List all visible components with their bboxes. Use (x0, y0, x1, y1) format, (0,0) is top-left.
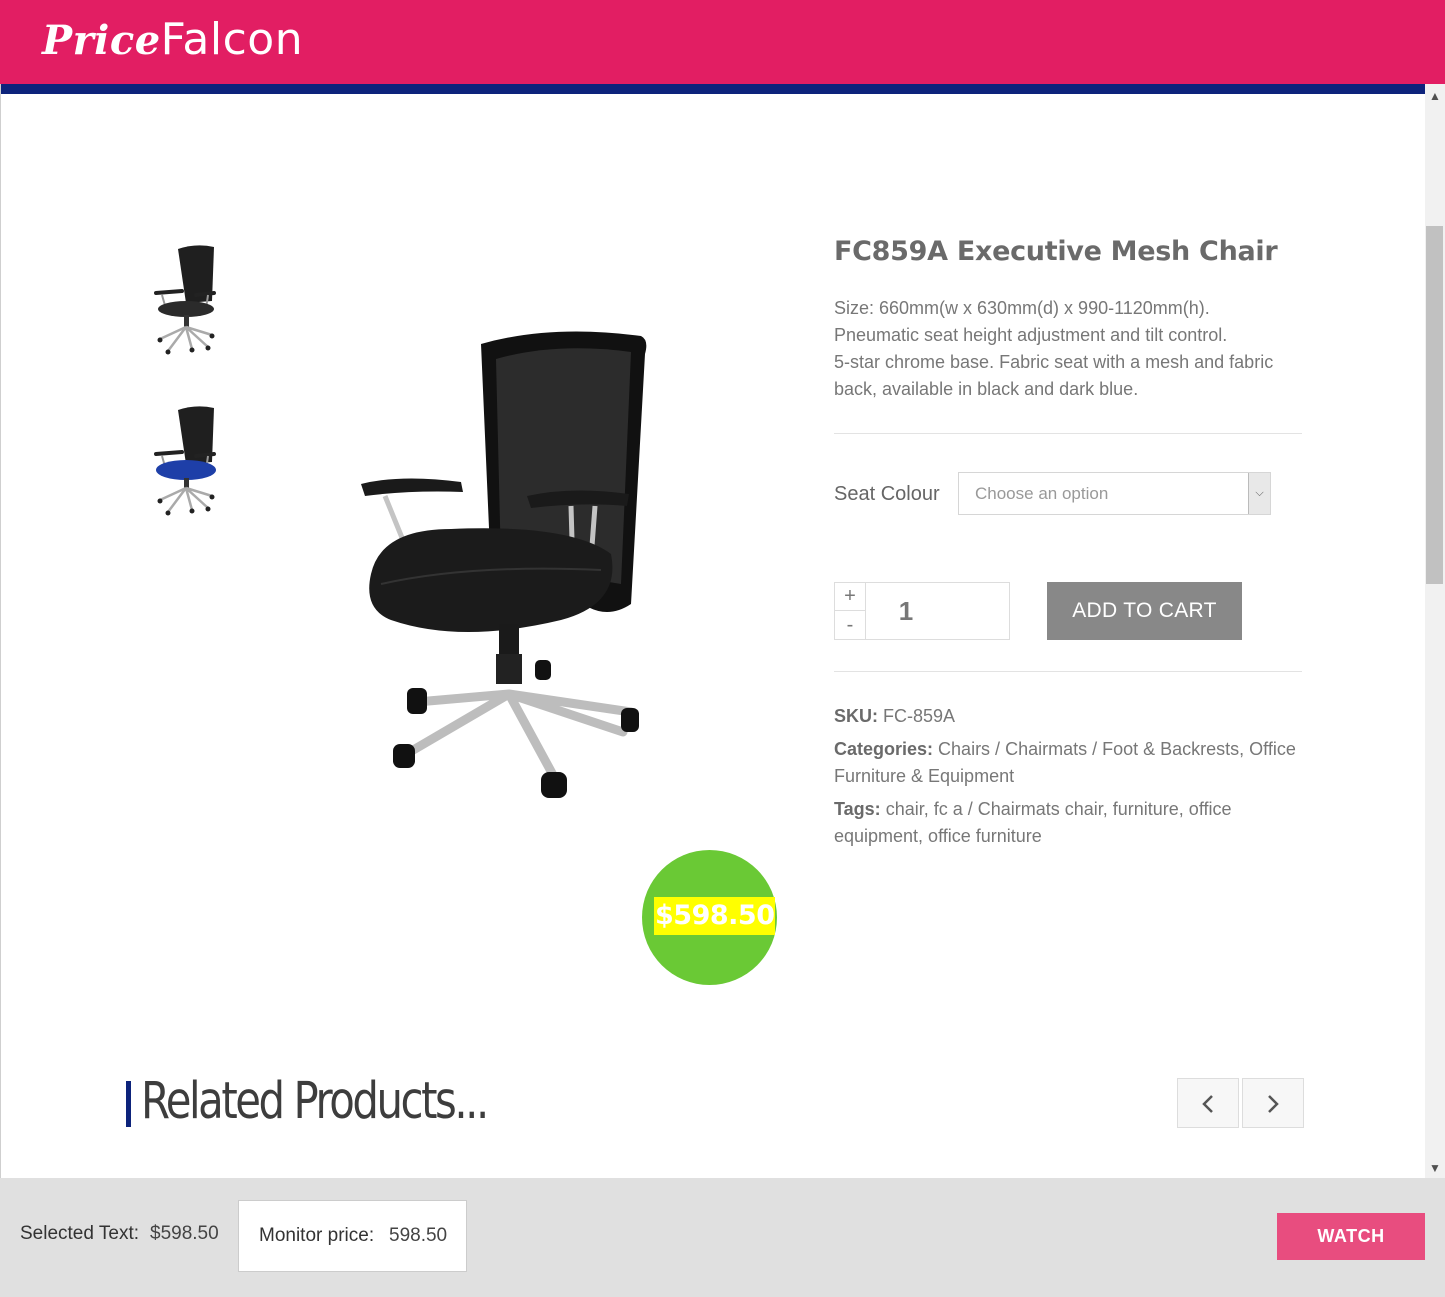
selected-text-value: $598.50 (150, 1223, 219, 1244)
executive-chair-image (361, 331, 647, 798)
product-sku: SKU: FC-859A (834, 703, 1304, 730)
monitor-price-value[interactable]: 598.50 (389, 1225, 447, 1247)
scroll-up-arrow-icon[interactable]: ▲ (1425, 86, 1445, 106)
product-title: FC859A Executive Mesh Chair (834, 236, 1278, 267)
watch-button[interactable]: WATCH (1277, 1213, 1425, 1260)
related-prev-button[interactable] (1177, 1078, 1239, 1128)
quantity-plus-button[interactable]: + (835, 583, 866, 611)
related-next-button[interactable] (1242, 1078, 1304, 1128)
related-products-heading: Related Products... (141, 1072, 489, 1131)
seat-colour-label: Seat Colour (834, 483, 940, 505)
product-page-frame: $598.50 FC859A Executive Mesh Chair Size… (0, 84, 1445, 1178)
monitor-price-label: Monitor price: (259, 1225, 375, 1246)
description-line-base: 5-star chrome base. Fabric seat with a m… (834, 352, 1274, 399)
chair-thumbnail-image (154, 245, 216, 355)
divider (834, 671, 1302, 672)
product-categories: Categories: Chairs / Chairmats / Foot & … (834, 736, 1304, 790)
selected-text-label: Selected Text: (20, 1223, 140, 1244)
navy-strip (1, 84, 1426, 94)
black-chair-thumbnail[interactable] (146, 239, 226, 359)
monitor-toolbar: Selected Text: $598.50 Monitor price: 59… (0, 1178, 1445, 1297)
quantity-stepper[interactable]: + - 1 (834, 582, 1010, 640)
monitor-price-field[interactable]: Monitor price: 598.50 (238, 1200, 467, 1272)
product-tags: Tags: chair, fc a / Chairmats chair, fur… (834, 796, 1304, 850)
tags-label: Tags: (834, 799, 881, 819)
divider (834, 433, 1302, 434)
categories-label: Categories: (834, 739, 934, 759)
quantity-input[interactable]: 1 (866, 583, 946, 639)
logo-text-price: Price (42, 17, 161, 64)
chevron-right-icon (1268, 1095, 1279, 1113)
tags-links[interactable]: chair, fc a / Chairmats chair, furniture… (834, 799, 1232, 846)
price-bubble[interactable]: $598.50 (642, 850, 777, 985)
description-line-adjustment: Pneumatic seat height adjustment and til… (834, 325, 1228, 345)
product-description: Size: 660mm(w x 630mm(d) x 990-1120mm(h)… (834, 295, 1314, 403)
header-bar: PriceFalcon (0, 0, 1445, 84)
description-line-size: Size: 660mm(w x 630mm(d) x 990-1120mm(h)… (834, 298, 1210, 318)
scroll-down-arrow-icon[interactable]: ▼ (1425, 1158, 1445, 1178)
add-to-cart-button[interactable]: ADD TO CART (1047, 582, 1242, 640)
vertical-scrollbar[interactable]: ▲ ▼ (1425, 84, 1445, 1178)
scrollbar-thumb[interactable] (1426, 226, 1443, 584)
blue-chair-thumbnail[interactable] (146, 400, 226, 520)
seat-colour-placeholder: Choose an option (975, 484, 1109, 503)
logo-text-falcon: Falcon (160, 14, 304, 65)
main-product-image[interactable] (341, 324, 661, 814)
pricefalcon-logo[interactable]: PriceFalcon (42, 14, 303, 67)
seat-colour-select[interactable]: Choose an option ⌵ (958, 472, 1271, 515)
chevron-left-icon (1202, 1095, 1213, 1113)
sku-label: SKU: (834, 706, 878, 726)
related-accent-bar (126, 1081, 131, 1127)
price-badge-text[interactable]: $598.50 (654, 897, 776, 935)
sku-value: FC-859A (883, 706, 956, 726)
chair-thumbnail-image (154, 406, 216, 516)
chevron-down-icon[interactable]: ⌵ (1248, 473, 1270, 514)
quantity-minus-button[interactable]: - (835, 611, 866, 639)
